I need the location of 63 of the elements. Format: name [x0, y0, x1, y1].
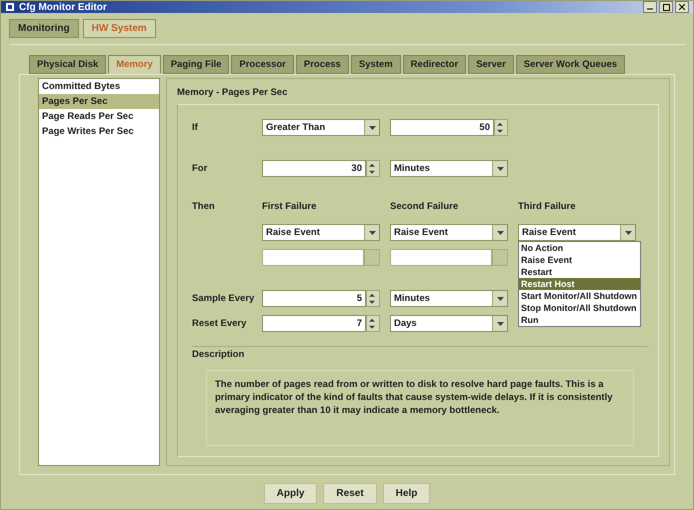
tab[interactable]: System [350, 55, 401, 74]
menu-option[interactable]: Run [519, 314, 640, 326]
tab[interactable]: Server [468, 55, 514, 74]
sample-field[interactable]: 5 [262, 290, 366, 307]
tab[interactable]: Process [296, 55, 349, 74]
maximize-icon [662, 4, 670, 10]
field-label: If [192, 122, 199, 133]
description-text: The number of pages read from or written to disk to resolve hard page faults. This is a primary indicator of the kind of faults that cause system-wide delays. If it is consistently averaging greater than 10 it may indicate a memory bottleneck. [206, 370, 634, 446]
action-dropdown[interactable]: Raise Event [262, 224, 380, 241]
field-label: For [192, 163, 208, 174]
threshold-field[interactable]: 50 [390, 119, 494, 136]
menu-option[interactable]: No Action [519, 242, 640, 254]
panel-title: Memory - Pages Per Sec [177, 87, 288, 98]
dropdown-arrow-icon [368, 126, 376, 130]
unit-dropdown[interactable]: Minutes [390, 290, 508, 307]
tab[interactable]: Processor [231, 55, 294, 74]
close-button[interactable] [675, 1, 689, 13]
minimize-button[interactable] [643, 1, 657, 13]
operator-dropdown[interactable]: Greater Than [262, 119, 380, 136]
close-icon [679, 4, 685, 10]
reset-field[interactable]: 7 [262, 315, 366, 332]
dropdown-arrow-icon [496, 322, 504, 326]
duration-field[interactable]: 30 [262, 160, 366, 177]
tab[interactable]: Server Work Queues [516, 55, 626, 74]
dropdown-arrow-icon [496, 230, 504, 234]
action-dropdown[interactable]: Raise Event [518, 224, 636, 241]
tab[interactable]: Monitoring [9, 19, 79, 38]
menu-option[interactable]: Start Monitor/All Shutdown [519, 290, 640, 302]
unit-dropdown[interactable]: Days [390, 315, 508, 332]
action-dropdown[interactable]: Raise Event [390, 224, 508, 241]
menu-option[interactable]: Stop Monitor/All Shutdown [519, 302, 640, 314]
spinner-buttons[interactable] [366, 160, 380, 177]
list-item[interactable]: Page Reads Per Sec [39, 109, 159, 124]
column-heading: Third Failure [518, 201, 577, 212]
field-label: Then [192, 201, 216, 212]
tab[interactable]: Paging File [162, 55, 230, 74]
action-button[interactable]: Apply [264, 483, 318, 504]
column-heading: Second Failure [390, 201, 460, 212]
menu-option[interactable]: Restart Host [519, 278, 640, 290]
window-title: Cfg Monitor Editor [19, 2, 108, 12]
app-icon [5, 2, 15, 12]
list-item[interactable]: Page Writes Per Sec [39, 124, 159, 139]
dropdown-arrow-icon [496, 166, 504, 170]
menu-option[interactable]: Restart [519, 266, 640, 278]
section-heading: Description [192, 349, 246, 360]
field-label: Sample Every [192, 293, 256, 304]
menu-option[interactable]: Raise Event [519, 254, 640, 266]
spinner-buttons[interactable] [366, 290, 380, 307]
tab[interactable]: Physical Disk [29, 55, 106, 74]
action-button[interactable]: Reset [323, 483, 377, 504]
maximize-button[interactable] [659, 1, 673, 13]
spinner-buttons[interactable] [494, 119, 508, 136]
dropdown-arrow-icon [496, 296, 504, 300]
dropdown-arrow-icon [624, 230, 632, 234]
list-item[interactable]: Pages Per Sec [39, 94, 159, 109]
spinner-buttons[interactable] [366, 315, 380, 332]
tab[interactable]: Redirector [402, 55, 466, 74]
action-button[interactable]: Help [382, 483, 430, 504]
unit-dropdown[interactable]: Minutes [390, 160, 508, 177]
list-item[interactable]: Committed Bytes [39, 79, 159, 94]
column-heading: First Failure [262, 201, 318, 212]
dropdown-arrow-icon [368, 230, 376, 234]
field-label: Reset Every [192, 318, 248, 329]
